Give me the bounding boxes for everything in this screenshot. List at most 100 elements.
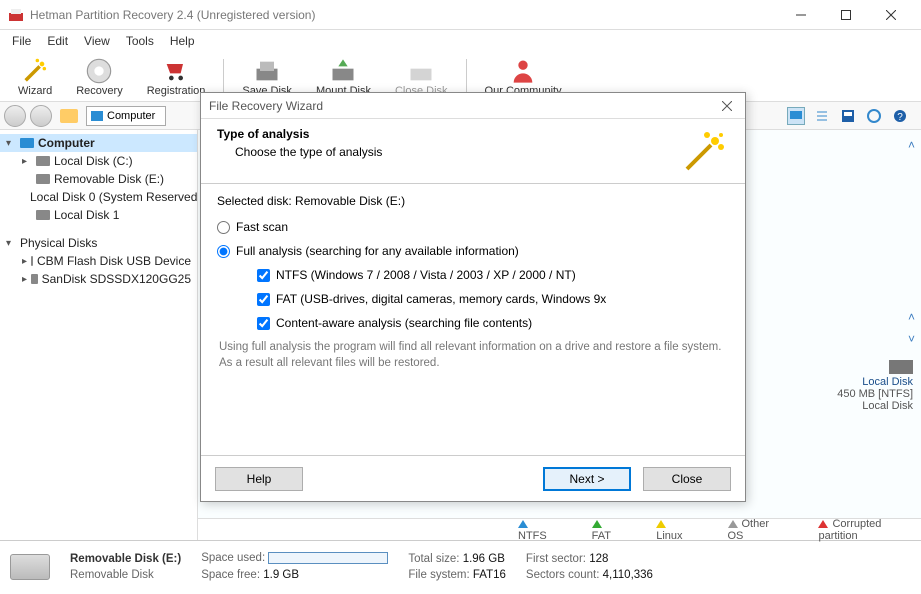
dialog-body: Type of analysis Choose the type of anal… [201, 119, 745, 371]
toolbar-separator [223, 59, 224, 95]
disk-card: Local Disk 450 MB [NTFS] Local Disk [803, 360, 913, 412]
svg-text:?: ? [897, 112, 903, 123]
expander-icon[interactable]: ▸ [22, 256, 27, 267]
close-button[interactable] [868, 0, 913, 30]
tree-cbm[interactable]: ▸ CBM Flash Disk USB Device [0, 252, 197, 270]
nav-forward-button[interactable] [30, 105, 52, 127]
status-sectors-count: Sectors count: 4,110,336 [526, 569, 653, 581]
nav-back-button[interactable] [4, 105, 26, 127]
full-analysis-radio[interactable]: Full analysis (searching for any availab… [217, 244, 729, 258]
drive-icon [889, 360, 913, 374]
content-check-input[interactable] [257, 317, 270, 330]
status-disk-name: Removable Disk (E:) [70, 553, 181, 565]
tree-label: Local Disk 0 (System Reserved [30, 190, 197, 204]
dialog-separator [201, 183, 745, 184]
save-disk-icon [253, 57, 281, 85]
menu-edit[interactable]: Edit [39, 32, 76, 50]
collapse-chevron-icon[interactable]: ˄ [908, 138, 915, 152]
mount-disk-icon [329, 57, 357, 85]
expander-icon[interactable]: ▾ [6, 138, 16, 149]
full-analysis-input[interactable] [217, 245, 230, 258]
status-space-used: Space used: [201, 552, 388, 564]
minimize-button[interactable] [778, 0, 823, 30]
legend-fat: FAT [592, 518, 625, 542]
tree-local-1[interactable]: Local Disk 1 [0, 206, 197, 224]
drive-icon [36, 210, 50, 220]
up-folder-button[interactable] [60, 109, 78, 123]
dialog-close-button[interactable] [717, 96, 737, 116]
drive-icon [31, 274, 38, 284]
window-title: Hetman Partition Recovery 2.4 (Unregiste… [30, 8, 778, 22]
status-bar: Removable Disk (E:) Removable Disk Space… [0, 540, 921, 592]
tree-removable-e[interactable]: Removable Disk (E:) [0, 170, 197, 188]
file-recovery-wizard-dialog: File Recovery Wizard Type of analysis Ch… [200, 92, 746, 502]
expander-icon[interactable]: ▾ [6, 238, 16, 249]
legend-other: Other OS [728, 518, 787, 542]
tree-computer[interactable]: ▾ Computer [0, 134, 197, 152]
tree-local-0[interactable]: Local Disk 0 (System Reserved [0, 188, 197, 206]
dialog-title: File Recovery Wizard [209, 99, 323, 113]
close-button[interactable]: Close [643, 467, 731, 491]
wizard-button[interactable]: Wizard [8, 55, 62, 99]
status-fs: File system: FAT16 [408, 569, 506, 581]
lifebuoy-icon [85, 57, 113, 85]
tree-label: Physical Disks [20, 236, 97, 250]
fast-scan-radio[interactable]: Fast scan [217, 220, 729, 234]
tree-local-c[interactable]: ▸ Local Disk (C:) [0, 152, 197, 170]
computer-icon [20, 138, 34, 148]
full-analysis-label: Full analysis (searching for any availab… [236, 244, 519, 258]
fat-check-input[interactable] [257, 293, 270, 306]
expand-chevron-icon[interactable]: ˅ [908, 332, 915, 346]
view-icons: ? [787, 107, 917, 125]
tree-sandisk[interactable]: ▸ SanDisk SDSSDX120GG25 [0, 270, 197, 288]
computer-icon [91, 111, 103, 121]
disk-card-sub: Local Disk [803, 400, 913, 412]
fat-checkbox[interactable]: FAT (USB-drives, digital cameras, memory… [217, 292, 729, 306]
ntfs-check-input[interactable] [257, 269, 270, 282]
fast-scan-input[interactable] [217, 221, 230, 234]
tree-label: Removable Disk (E:) [54, 172, 164, 186]
view-tree-icon[interactable] [813, 107, 831, 125]
disk-card-size: 450 MB [NTFS] [803, 388, 913, 400]
usage-bar [268, 552, 388, 564]
tree-label: CBM Flash Disk USB Device [37, 254, 191, 268]
view-monitor-icon[interactable] [787, 107, 805, 125]
menu-file[interactable]: File [4, 32, 39, 50]
collapse-chevron-icon[interactable]: ˄ [908, 310, 915, 324]
ntfs-check-label: NTFS (Windows 7 / 2008 / Vista / 2003 / … [276, 268, 576, 282]
status-space-col: Space used: Space free: 1.9 GB [201, 552, 388, 580]
fast-scan-label: Fast scan [236, 220, 288, 234]
address-bar[interactable]: Computer [86, 106, 166, 126]
recovery-button[interactable]: Recovery [66, 55, 132, 99]
ntfs-checkbox[interactable]: NTFS (Windows 7 / 2008 / Vista / 2003 / … [217, 268, 729, 282]
registration-label: Registration [147, 85, 206, 97]
help-button[interactable]: Help [215, 467, 303, 491]
expander-icon[interactable]: ▸ [22, 156, 32, 167]
menu-help[interactable]: Help [162, 32, 203, 50]
options-icon[interactable] [865, 107, 883, 125]
legend-ntfs: NTFS [518, 518, 560, 542]
drive-icon [10, 554, 50, 580]
tree-label: Local Disk (C:) [54, 154, 133, 168]
title-bar: Hetman Partition Recovery 2.4 (Unregiste… [0, 0, 921, 30]
content-aware-checkbox[interactable]: Content-aware analysis (searching file c… [217, 316, 729, 330]
recovery-label: Recovery [76, 85, 122, 97]
expander-icon[interactable]: ▸ [22, 274, 27, 285]
maximize-button[interactable] [823, 0, 868, 30]
disk-card-name: Local Disk [803, 376, 913, 388]
status-size-col: Total size: 1.96 GB File system: FAT16 [408, 553, 506, 581]
status-space-free: Space free: 1.9 GB [201, 569, 388, 581]
dialog-hint: Using full analysis the program will fin… [217, 340, 729, 371]
wizard-label: Wizard [18, 85, 52, 97]
menu-bar: File Edit View Tools Help [0, 30, 921, 52]
save-icon[interactable] [839, 107, 857, 125]
wizard-wand-icon [681, 127, 729, 175]
tree-physical-disks[interactable]: ▾ Physical Disks [0, 234, 197, 252]
legend-corrupted: Corrupted partition [818, 518, 921, 542]
fat-check-label: FAT (USB-drives, digital cameras, memory… [276, 292, 606, 306]
menu-view[interactable]: View [76, 32, 118, 50]
next-button[interactable]: Next > [543, 467, 631, 491]
menu-tools[interactable]: Tools [118, 32, 162, 50]
tree-label: SanDisk SDSSDX120GG25 [42, 272, 191, 286]
help-icon[interactable]: ? [891, 107, 909, 125]
